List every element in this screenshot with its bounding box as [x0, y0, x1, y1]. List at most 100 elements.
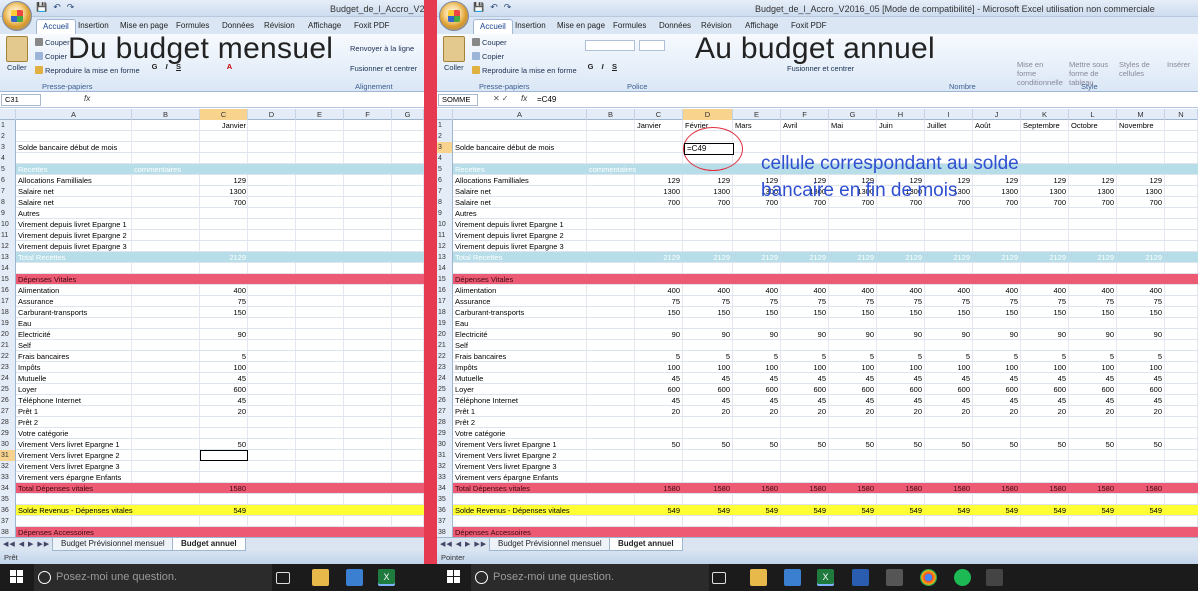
column-header-A[interactable]: A — [16, 109, 132, 120]
row-header[interactable]: 24 — [437, 373, 453, 384]
row-header[interactable]: 37 — [437, 516, 453, 527]
row-header[interactable]: 13 — [0, 252, 16, 263]
format-painter-button[interactable]: Reproduire la mise en forme — [35, 66, 140, 75]
file-explorer-icon-2[interactable] — [750, 569, 767, 586]
office-button[interactable] — [2, 1, 32, 31]
underline-button[interactable]: S — [609, 62, 620, 72]
value-cell[interactable]: 600 — [635, 384, 680, 395]
row-label[interactable]: Virement Vers livret Epargne 3 — [18, 461, 120, 472]
row-header[interactable]: 29 — [437, 428, 453, 439]
value-cell[interactable]: 2129 — [829, 252, 874, 263]
column-header-E[interactable]: E — [733, 109, 781, 120]
value-cell[interactable]: 75 — [925, 296, 970, 307]
row-header[interactable]: 9 — [0, 208, 16, 219]
value-cell[interactable]: 549 — [1117, 505, 1162, 516]
file-explorer-icon[interactable] — [312, 569, 329, 586]
row-label[interactable]: Autres — [18, 208, 40, 219]
column-header-F[interactable]: F — [344, 109, 392, 120]
value-cell[interactable]: 45 — [1117, 395, 1162, 406]
row-header[interactable]: 11 — [437, 230, 453, 241]
value-cell[interactable]: 100 — [733, 362, 778, 373]
value-cell[interactable]: 1580 — [781, 483, 826, 494]
paste-button[interactable]: Coller — [7, 63, 27, 72]
value-cell[interactable]: 2129 — [1021, 252, 1066, 263]
row-header[interactable]: 31 — [0, 450, 16, 461]
value-cell[interactable]: 2129 — [973, 252, 1018, 263]
column-header-I[interactable]: I — [925, 109, 973, 120]
row-label[interactable]: Allocations Familliales — [455, 175, 529, 186]
value-cell[interactable]: 50 — [1069, 439, 1114, 450]
value-cell[interactable]: 600 — [1069, 384, 1114, 395]
row-header[interactable]: 27 — [437, 406, 453, 417]
comment-header[interactable]: commentaires — [134, 164, 181, 175]
excel-taskbar-icon-2[interactable]: X — [817, 569, 834, 586]
value-cell[interactable]: 600 — [1117, 384, 1162, 395]
comment-header[interactable]: commentaires — [589, 164, 636, 175]
value-cell[interactable]: 5 — [1117, 351, 1162, 362]
row-label[interactable]: Total Dépenses vitales — [455, 483, 530, 494]
value-cell[interactable]: 400 — [733, 285, 778, 296]
value-cell[interactable]: 400 — [1021, 285, 1066, 296]
row-header[interactable]: 34 — [0, 483, 16, 494]
value-cell[interactable]: 75 — [635, 296, 680, 307]
value-cell[interactable]: 20 — [925, 406, 970, 417]
value-cell[interactable]: 2129 — [683, 252, 730, 263]
row-label[interactable]: Dépenses Vitales — [18, 274, 76, 285]
value-cell[interactable]: 90 — [1021, 329, 1066, 340]
value-cell[interactable]: 45 — [200, 395, 246, 406]
value-cell[interactable]: 100 — [1021, 362, 1066, 373]
value-cell[interactable]: 600 — [973, 384, 1018, 395]
value-cell[interactable]: 5 — [1021, 351, 1066, 362]
value-cell[interactable]: 100 — [1069, 362, 1114, 373]
month-header[interactable]: Novembre — [1119, 120, 1154, 131]
excel-taskbar-icon[interactable]: X — [378, 569, 395, 586]
value-cell[interactable]: 20 — [1117, 406, 1162, 417]
row-header[interactable]: 4 — [437, 153, 453, 164]
value-cell[interactable]: 100 — [1117, 362, 1162, 373]
value-cell[interactable]: 45 — [683, 373, 730, 384]
value-cell[interactable]: 50 — [973, 439, 1018, 450]
value-cell[interactable]: 75 — [877, 296, 922, 307]
row-label[interactable]: Virement depuis livret Epargne 3 — [455, 241, 564, 252]
value-cell[interactable]: 45 — [733, 373, 778, 384]
value-cell[interactable]: 20 — [1021, 406, 1066, 417]
tab-accueil[interactable]: Accueil — [473, 19, 513, 34]
paste-button[interactable]: Coller — [444, 63, 464, 72]
month-header[interactable]: Juin — [879, 120, 893, 131]
value-cell[interactable]: 90 — [683, 329, 730, 340]
value-cell[interactable]: 100 — [925, 362, 970, 373]
row-header[interactable]: 32 — [0, 461, 16, 472]
value-cell[interactable]: 1580 — [1117, 483, 1162, 494]
value-cell[interactable]: 50 — [925, 439, 970, 450]
month-header[interactable]: Septembre — [1023, 120, 1060, 131]
value-cell[interactable]: 45 — [973, 395, 1018, 406]
row-header[interactable]: 1 — [0, 120, 16, 131]
row-header[interactable]: 31 — [437, 450, 453, 461]
value-cell[interactable]: 5 — [781, 351, 826, 362]
value-cell[interactable]: 549 — [829, 505, 874, 516]
column-header-M[interactable]: M — [1117, 109, 1165, 120]
row-header[interactable]: 18 — [0, 307, 16, 318]
value-cell[interactable]: 100 — [635, 362, 680, 373]
row-label[interactable]: Frais bancaires — [455, 351, 506, 362]
row-header[interactable]: 16 — [0, 285, 16, 296]
copy-button[interactable]: Copier — [472, 52, 504, 61]
row-label[interactable]: Alimentation — [18, 285, 59, 296]
value-cell[interactable]: 45 — [683, 395, 730, 406]
row-label[interactable]: Loyer — [18, 384, 37, 395]
value-cell[interactable]: 549 — [683, 505, 730, 516]
value-cell[interactable]: 600 — [733, 384, 778, 395]
column-header-K[interactable]: K — [1021, 109, 1069, 120]
value-cell[interactable]: 45 — [1021, 395, 1066, 406]
conditional-format-button[interactable]: Mise en forme conditionnelle — [1017, 60, 1063, 87]
value-cell[interactable]: 700 — [1117, 197, 1162, 208]
value-cell[interactable]: 700 — [200, 197, 246, 208]
value-cell[interactable]: 45 — [733, 395, 778, 406]
row-header[interactable]: 5 — [437, 164, 453, 175]
value-cell[interactable]: 100 — [973, 362, 1018, 373]
paste-icon[interactable] — [443, 36, 465, 62]
row-header[interactable]: 23 — [437, 362, 453, 373]
value-cell[interactable]: 1580 — [925, 483, 970, 494]
value-cell[interactable]: 90 — [1117, 329, 1162, 340]
italic-button[interactable]: I — [597, 62, 608, 72]
